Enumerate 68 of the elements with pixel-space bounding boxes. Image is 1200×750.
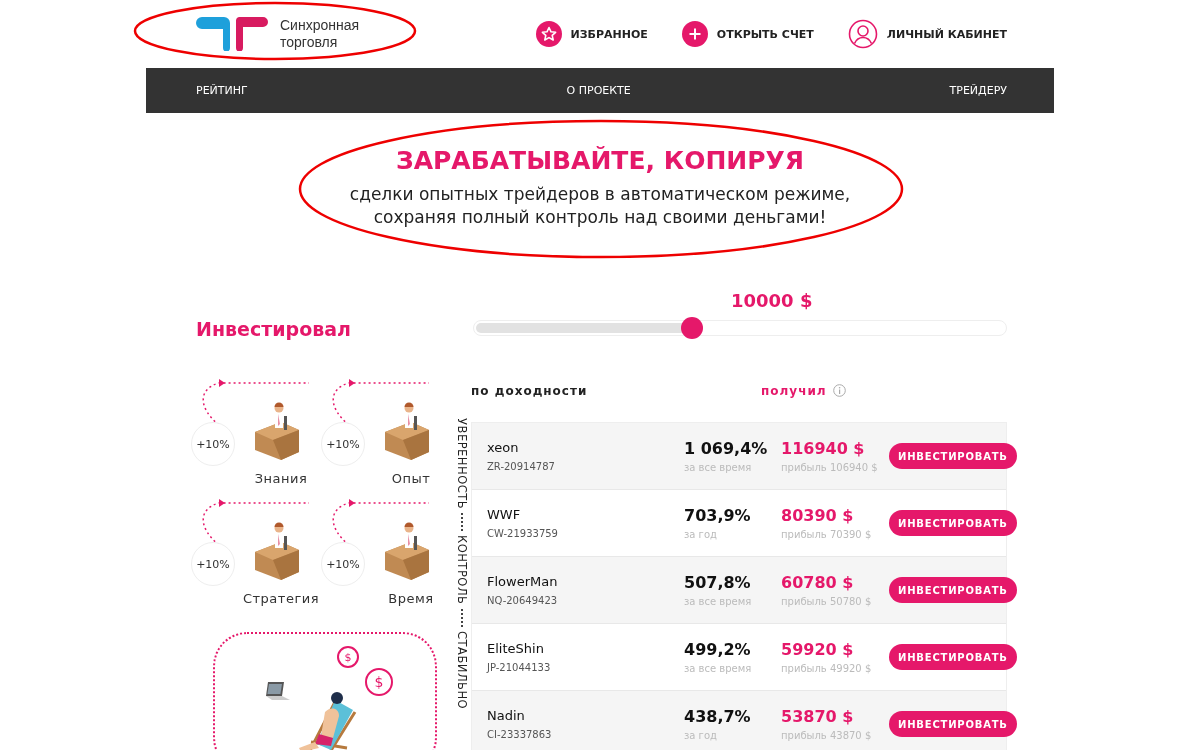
invest-button[interactable]: ИНВЕСТИРОВАТЬ: [889, 644, 1017, 670]
period-label: за год: [684, 529, 718, 540]
invest-button[interactable]: ИНВЕСТИРОВАТЬ: [889, 711, 1017, 737]
header-link[interactable]: ИЗБРАННОЕ: [535, 21, 648, 47]
yield-value: 499,2%: [684, 640, 752, 659]
percent-badge: +10%: [321, 542, 365, 586]
slider-thumb[interactable]: [681, 317, 704, 339]
account-number: CW-21933759: [487, 528, 559, 539]
hero-subtitle: сделки опытных трейдеров в автоматическом режиме, сохраняя полный контроль над своими деньгами!: [348, 183, 852, 229]
logo-text: Синхронная торговля: [280, 17, 360, 51]
column-header[interactable]: получил: [761, 384, 827, 398]
nav-link[interactable]: О ПРОЕКТЕ: [566, 84, 631, 97]
profit-label: прибыль 49920 $: [781, 663, 873, 674]
trader-name: Nadin: [487, 708, 526, 723]
yield-value: 1 069,4%: [684, 439, 769, 458]
dollar-icon: $: [365, 668, 393, 696]
desk-worker-drawing: [383, 402, 431, 460]
trader-name: EliteShin: [487, 641, 545, 656]
dollar-icon: $: [337, 646, 359, 668]
header-link[interactable]: ОТКРЫТЬ СЧЕТ: [681, 21, 814, 47]
account-number: CI-23337863: [487, 729, 553, 740]
benefit-label: Стратегия: [241, 591, 320, 606]
benefit-label: Время: [387, 591, 435, 606]
invested-label: Инвестировал: [196, 318, 352, 342]
profit-label: прибыль 70390 $: [781, 529, 873, 540]
nav-link[interactable]: РЕЙТИНГ: [196, 84, 248, 97]
benefit-label: Знания: [253, 471, 309, 486]
column-header[interactable]: по доходности: [471, 384, 761, 422]
invest-button[interactable]: ИНВЕСТИРОВАТЬ: [889, 443, 1017, 469]
profit-label: прибыль 106940 $: [781, 462, 879, 473]
received-amount: 53870 $: [781, 707, 855, 726]
desk-worker-drawing: [253, 402, 301, 460]
received-amount: 80390 $: [781, 506, 855, 525]
period-label: за все время: [684, 663, 753, 674]
plus-icon: [681, 21, 708, 47]
hero-title: ЗАРАБАТЫВАЙТЕ, КОПИРУЯ: [394, 146, 806, 175]
trader-name: WWF: [487, 507, 522, 522]
yield-value: 438,7%: [684, 707, 752, 726]
received-amount: 59920 $: [781, 640, 855, 659]
account-number: JP-21044133: [487, 662, 552, 673]
trader-name: FlowerMan: [487, 574, 559, 589]
amount-value: 10000 $: [731, 290, 814, 311]
percent-badge: +10%: [191, 422, 235, 466]
percent-badge: +10%: [191, 542, 235, 586]
invest-button[interactable]: ИНВЕСТИРОВАТЬ: [889, 577, 1017, 603]
logo-icon: [196, 17, 268, 51]
side-caption: УВЕРЕННОСТЬ: [455, 418, 469, 510]
trader-name: xeon: [487, 440, 520, 455]
benefit-label: Опыт: [390, 471, 432, 486]
percent-badge: +10%: [321, 422, 365, 466]
nav-link[interactable]: ТРЕЙДЕРУ: [949, 84, 1007, 97]
received-amount: 60780 $: [781, 573, 855, 592]
desk-worker-drawing: [383, 522, 431, 580]
header-link[interactable]: ЛИЧНЫЙ КАБИНЕТ: [847, 19, 1007, 49]
received-amount: 116940 $: [781, 439, 866, 458]
investment-slider[interactable]: [473, 320, 1007, 336]
desk-worker-drawing: [253, 522, 301, 580]
invest-button[interactable]: ИНВЕСТИРОВАТЬ: [889, 510, 1017, 536]
side-caption: КОНТРОЛЬ: [455, 535, 469, 605]
side-caption: СТАБИЛЬНО: [455, 630, 469, 709]
account-number: ZR-20914787: [487, 461, 556, 472]
yield-value: 703,9%: [684, 506, 752, 525]
user-icon: [847, 19, 878, 49]
profit-label: прибыль 50780 $: [781, 596, 873, 607]
period-label: за год: [684, 730, 718, 741]
account-number: NQ-20649423: [487, 595, 559, 606]
profit-label: прибыль 43870 $: [781, 730, 873, 741]
yield-value: 507,8%: [684, 573, 752, 592]
